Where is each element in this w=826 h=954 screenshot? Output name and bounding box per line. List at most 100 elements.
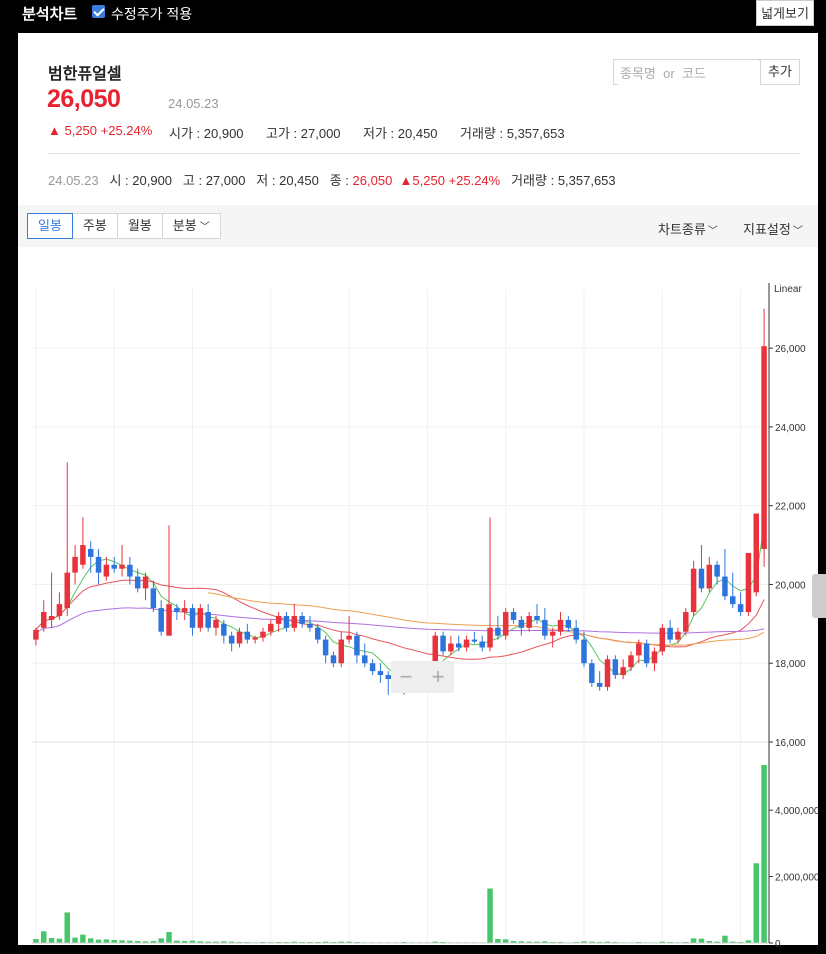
price-tick-label: 24,000 bbox=[775, 423, 806, 434]
chart-type-menu[interactable]: 차트종류 ﹀ bbox=[658, 219, 718, 238]
add-stock-button[interactable]: 추가 bbox=[760, 59, 800, 85]
candle-body bbox=[330, 655, 337, 664]
candle-body bbox=[690, 568, 697, 613]
wide-view-button[interactable]: 넓게보기 bbox=[756, 0, 814, 26]
chevron-down-icon: ﹀ bbox=[792, 226, 803, 237]
volume-bar bbox=[495, 939, 501, 943]
candle-body bbox=[730, 596, 736, 605]
stock-search-box bbox=[613, 59, 762, 85]
ohlc-summary: 24.05.23 시 : 20,900 고 : 27,000 저 : 20,45… bbox=[48, 173, 616, 188]
ma120-line bbox=[35, 607, 765, 634]
candle-body bbox=[95, 556, 102, 573]
candle-body bbox=[127, 564, 133, 577]
price-tick-label: 16,000 bbox=[775, 738, 806, 749]
tab-monthly[interactable]: 월봉 bbox=[116, 213, 163, 239]
price-tick-label: 22,000 bbox=[775, 502, 806, 513]
chart-type-label: 차트종류 bbox=[658, 222, 706, 237]
adjust-price-label[interactable]: 수정주가 적용 bbox=[111, 4, 192, 24]
candle-body bbox=[307, 623, 313, 628]
candle-body bbox=[134, 576, 141, 589]
candle-body bbox=[643, 643, 650, 664]
low-stat: 저가 : 20,450 bbox=[363, 126, 438, 141]
current-price: 26,050 bbox=[47, 85, 121, 113]
side-scroll-handle[interactable] bbox=[812, 574, 826, 618]
price-date: 24.05.23 bbox=[168, 96, 219, 111]
candle-body bbox=[64, 572, 70, 609]
candles bbox=[33, 308, 767, 695]
summary-low-label: 저 bbox=[256, 173, 269, 188]
volume-tick-label: 4,000,000 bbox=[775, 806, 818, 817]
low-label: 저가 bbox=[363, 126, 387, 141]
candle-body bbox=[502, 612, 509, 636]
candle-body bbox=[549, 631, 556, 636]
volume-bar bbox=[33, 939, 39, 943]
candle-body bbox=[636, 643, 642, 656]
candle-body bbox=[589, 663, 595, 683]
chevron-down-icon: ﹀ bbox=[199, 222, 210, 233]
candle-body bbox=[174, 608, 180, 613]
candle-body bbox=[651, 651, 658, 664]
candle-body bbox=[518, 619, 525, 628]
summary-high-label: 고 bbox=[182, 173, 195, 188]
candlestick-chart[interactable]: Linear 26,000 24,000 22,000 20,000 18,000 16,0… bbox=[18, 247, 818, 947]
candle-body bbox=[542, 619, 548, 636]
zoom-in-button[interactable]: + bbox=[423, 664, 453, 690]
volume-bar bbox=[48, 938, 55, 943]
candle-body bbox=[557, 619, 564, 632]
candle-body bbox=[448, 643, 454, 652]
price-change: ▲ 5,250 +25.24% bbox=[48, 123, 153, 138]
volume-bar bbox=[166, 932, 172, 943]
candle-body bbox=[33, 629, 39, 640]
candle-body bbox=[510, 612, 517, 620]
volume-value: 5,357,653 bbox=[506, 126, 565, 141]
axes: Linear 26,000 24,000 22,000 20,000 18,000 16,0… bbox=[32, 283, 818, 947]
candle-body bbox=[275, 615, 282, 624]
candle-body bbox=[56, 604, 63, 616]
open-stat: 시가 : 20,900 bbox=[169, 126, 244, 141]
candle-body bbox=[291, 615, 298, 628]
candle-body bbox=[573, 627, 579, 640]
candle-body bbox=[48, 615, 55, 620]
tab-minute-label: 분봉 bbox=[172, 218, 197, 233]
chart-panel: 범한퓨얼셀 26,050 24.05.23 ▲ 5,250 +25.24% 시가… bbox=[18, 33, 818, 947]
chart-grid bbox=[32, 289, 768, 943]
summary-high: 27,000 bbox=[205, 173, 246, 188]
candle-body bbox=[221, 623, 227, 636]
page-title: 분석차트 bbox=[22, 6, 78, 23]
candle-body bbox=[659, 627, 666, 652]
summary-volume-label: 거래량 bbox=[511, 173, 547, 188]
tab-minute[interactable]: 분봉 ﹀ bbox=[161, 213, 221, 239]
candle-body bbox=[675, 631, 681, 640]
volume-bars bbox=[33, 765, 767, 944]
zoom-out-button[interactable]: − bbox=[391, 664, 421, 690]
candle-body bbox=[745, 552, 752, 613]
candle-body bbox=[150, 588, 157, 609]
candle-body bbox=[471, 639, 478, 642]
candle-body bbox=[346, 635, 352, 640]
candle-body bbox=[158, 608, 164, 632]
volume-bar bbox=[56, 938, 63, 943]
summary-date: 24.05.23 bbox=[48, 173, 99, 188]
candle-body bbox=[103, 564, 110, 577]
adjust-price-checkbox[interactable] bbox=[92, 5, 105, 18]
top-bar: 분석차트 수정주가 적용 넓게보기 bbox=[0, 0, 826, 26]
stock-search-input[interactable] bbox=[618, 61, 762, 85]
open-value: 20,900 bbox=[203, 126, 244, 141]
period-tabs: 일봉 주봉 월봉 분봉 ﹀ bbox=[27, 213, 221, 239]
candle-body bbox=[197, 608, 204, 628]
candle-body bbox=[228, 635, 235, 644]
candle-body bbox=[698, 568, 705, 589]
candle-body bbox=[72, 556, 78, 573]
tab-daily[interactable]: 일봉 bbox=[27, 213, 73, 239]
volume-bar bbox=[158, 938, 164, 943]
candle-body bbox=[260, 631, 266, 638]
volume-bar bbox=[698, 938, 705, 943]
tab-weekly[interactable]: 주봉 bbox=[71, 213, 118, 239]
indicator-menu[interactable]: 지표설정 ﹀ bbox=[743, 219, 803, 238]
volume-bar bbox=[80, 934, 86, 943]
candle-body bbox=[706, 564, 713, 589]
volume-label: 거래량 bbox=[460, 126, 496, 141]
chevron-down-icon: ﹀ bbox=[707, 226, 718, 237]
high-label: 고가 bbox=[266, 126, 290, 141]
candle-body bbox=[526, 615, 532, 628]
